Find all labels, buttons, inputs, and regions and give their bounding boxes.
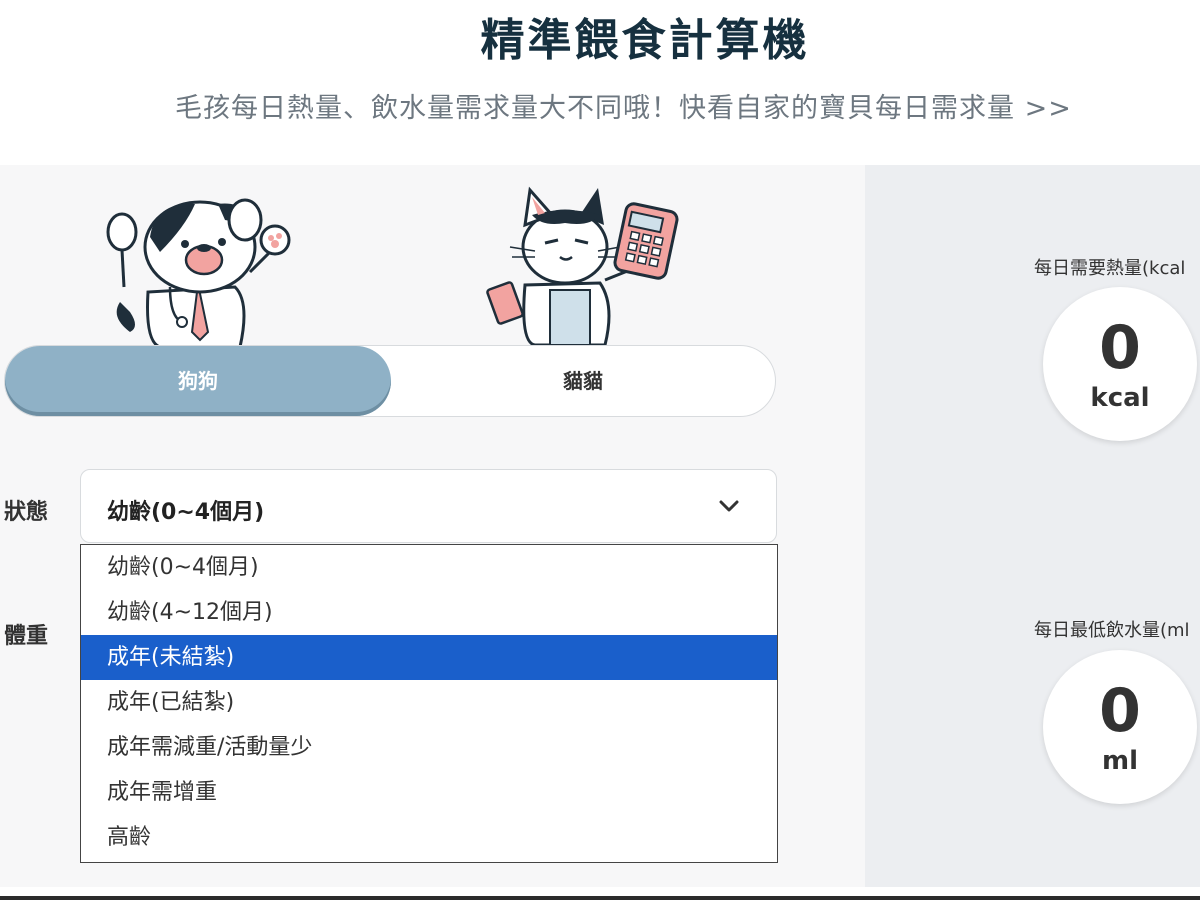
page-title: 精準餵食計算機 <box>480 15 810 66</box>
weight-label: 體重 <box>4 624 49 649</box>
state-dropdown-list: 幼齡(0~4個月) 幼齡(4~12個月) 成年(未結紮) 成年(已結紮) 成年需… <box>80 544 778 863</box>
dropdown-option-adult-gain-weight[interactable]: 成年需增重 <box>81 770 777 815</box>
pet-type-toggle: 狗狗 貓貓 <box>4 345 776 417</box>
calorie-result-circle: 0 kcal <box>1043 287 1197 441</box>
water-label: 每日最低飲水量(ml <box>1034 620 1190 641</box>
dropdown-option-senior[interactable]: 高齡 <box>81 815 777 860</box>
dropdown-option-adult-lose-weight[interactable]: 成年需減重/活動量少 <box>81 725 777 770</box>
calorie-label: 每日需要熱量(kcal <box>1034 258 1186 279</box>
page-subtitle: 毛孩每日熱量、飲水量需求量大不同哦！快看自家的寶貝每日需求量 >> <box>175 93 1072 124</box>
dropdown-option-adult-neutered[interactable]: 成年(已結紮) <box>81 680 777 725</box>
dog-doctor-illustration <box>106 198 291 347</box>
dropdown-option-adult-intact[interactable]: 成年(未結紮) <box>81 635 777 680</box>
water-unit: ml <box>1101 746 1138 776</box>
water-value: 0 <box>1099 676 1141 746</box>
water-result-circle: 0 ml <box>1043 650 1197 804</box>
bottom-edge <box>0 887 1200 900</box>
state-label: 狀態 <box>4 500 49 525</box>
toggle-cat-option[interactable]: 貓貓 <box>391 346 775 416</box>
toggle-dog-option[interactable]: 狗狗 <box>5 346 391 416</box>
dropdown-option-puppy-4-12[interactable]: 幼齡(4~12個月) <box>81 590 777 635</box>
calorie-value: 0 <box>1099 313 1141 383</box>
cat-calculator-illustration <box>486 186 679 345</box>
state-select-value: 幼齡(0~4個月) <box>107 500 265 525</box>
state-select[interactable]: 幼齡(0~4個月) <box>80 469 777 543</box>
dropdown-option-puppy-0-4[interactable]: 幼齡(0~4個月) <box>81 545 777 590</box>
chevron-down-icon <box>719 500 739 512</box>
calorie-unit: kcal <box>1090 383 1150 413</box>
